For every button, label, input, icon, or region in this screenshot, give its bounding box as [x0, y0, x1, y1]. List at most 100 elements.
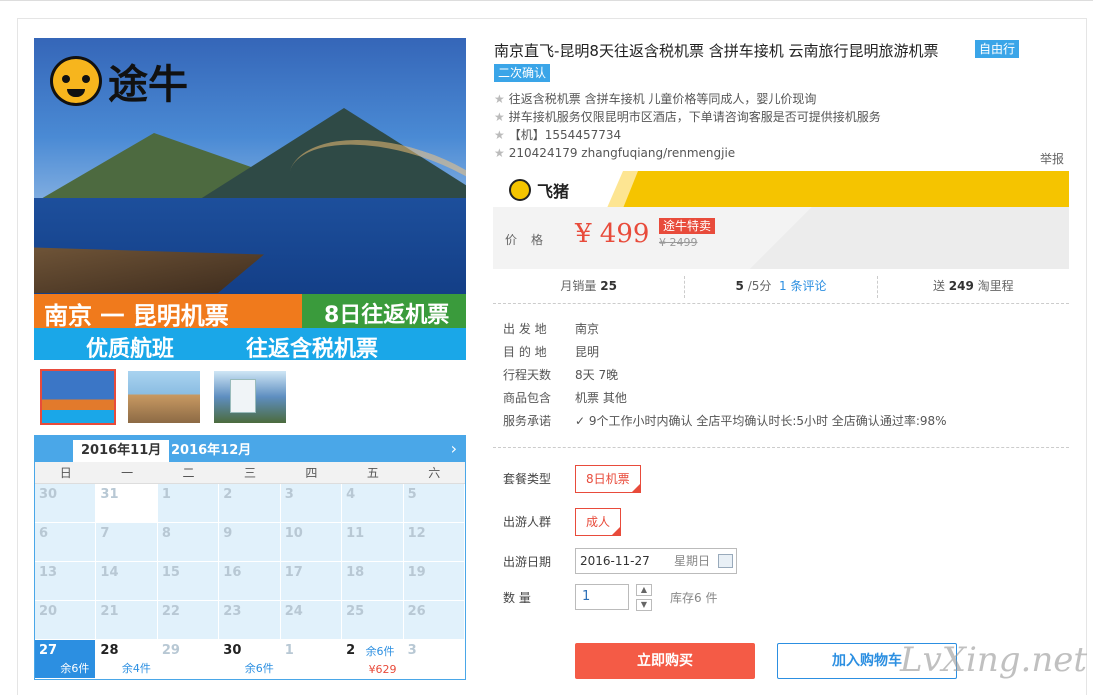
day-cell: 8 — [157, 523, 220, 562]
price-label: ¥629 — [368, 663, 397, 676]
thumbnail-1[interactable] — [40, 369, 116, 425]
info-key: 出 发 地 — [503, 322, 547, 336]
info-key: 服务承诺 — [503, 414, 552, 428]
day-cell-available[interactable]: 2 余6件 ¥629 — [342, 640, 404, 679]
stock-label: 余4件 — [121, 662, 151, 675]
next-month-icon[interactable]: › — [451, 439, 457, 458]
day-cell: 29 — [157, 640, 220, 679]
date-input[interactable]: 2016-11-27 星期日 — [575, 548, 737, 574]
thumbnail-3[interactable] — [212, 369, 288, 425]
day-cell: 23 — [219, 601, 281, 640]
product-title: 南京直飞-昆明8天往返含税机票 含拼车接机 云南旅行昆明旅游机票 — [494, 42, 939, 60]
day-cell: 26 — [403, 601, 465, 640]
info-key: 行程天数 — [503, 368, 552, 382]
date-label: 出游日期 — [503, 555, 552, 569]
info-value: 机票 其他 — [575, 391, 627, 405]
day-cell: 25 — [342, 601, 404, 640]
day-cell-selected[interactable]: 27 余6件 — [35, 640, 97, 679]
star-icon: ★ — [494, 110, 505, 124]
weekday: 四 — [305, 466, 318, 480]
day-cell: 1 — [280, 640, 343, 679]
info-value: 南京 — [575, 322, 600, 336]
points-prefix: 送 — [932, 279, 945, 293]
info-key: 商品包含 — [503, 391, 552, 405]
stock-label: 余6件 — [365, 645, 395, 658]
cow-logo-icon — [50, 56, 102, 106]
day-cell-available[interactable]: 28 余4件 — [96, 640, 158, 679]
fliggy-icon — [509, 179, 531, 201]
day-cell-available[interactable]: 30 余6件 — [219, 640, 281, 679]
day-cell: 15 — [157, 562, 220, 601]
day-cell: 13 — [35, 562, 97, 601]
day-cell: 21 — [96, 601, 158, 640]
banner-route: 南京 一 昆明机票 8日往返机票 — [34, 294, 466, 330]
monthly-sales-label: 月销量 — [560, 279, 597, 293]
day-number: 28 — [100, 643, 119, 658]
divider — [493, 447, 1069, 448]
day-cell: 24 — [280, 601, 343, 640]
decrement-icon[interactable]: ▼ — [636, 599, 652, 611]
price-label: 价格 — [505, 233, 558, 247]
stock-text: 库存6 件 — [670, 591, 718, 605]
day-cell: 2 — [219, 484, 281, 523]
fliggy-logo: 飞猪 — [509, 178, 569, 202]
banner-route-left: 南京 一 昆明机票 — [44, 302, 229, 330]
sales-stats: 月销量 25 5 /5分 1 条评论 送 249 淘里程 — [493, 276, 1069, 298]
calendar-icon[interactable] — [718, 554, 733, 568]
tab-nov[interactable]: 2016年11月 — [73, 440, 170, 462]
crowd-label: 出游人群 — [503, 515, 552, 529]
day-cell: 30 — [35, 484, 97, 523]
day-cell: 3 — [280, 484, 343, 523]
star-icon: ★ — [494, 128, 505, 142]
info-key: 目 的 地 — [503, 345, 547, 359]
day-number: 2 — [346, 643, 356, 658]
date-weekday: 星期日 — [674, 554, 711, 568]
day-cell: 5 — [403, 484, 465, 523]
fliggy-banner: 飞猪 — [493, 171, 1069, 207]
day-cell: 14 — [96, 562, 158, 601]
day-cell: 31 — [96, 484, 158, 523]
banner-route-right: 8日往返机票 — [324, 303, 450, 328]
logo-text: 途牛 — [108, 62, 188, 108]
quantity-label: 数 量 — [503, 591, 531, 605]
fliggy-logo-text: 飞猪 — [537, 182, 570, 201]
quantity-input[interactable]: 1 — [575, 584, 629, 610]
reviews-link[interactable]: 1 条评论 — [779, 279, 826, 293]
info-row: 出 发 地 南京 — [503, 318, 947, 341]
info-row: 行程天数 8天 7晚 — [503, 364, 947, 387]
crowd-option-adult[interactable]: 成人 — [575, 508, 622, 536]
tab-dec[interactable]: 2016年12月 — [163, 440, 259, 462]
feature-item: ★ 【机】1554457734 — [494, 126, 1054, 144]
star-icon: ★ — [494, 92, 505, 106]
weekday: 六 — [428, 466, 441, 480]
points-suffix: 淘里程 — [977, 279, 1014, 293]
day-cell: 7 — [96, 523, 158, 562]
weekday: 一 — [121, 466, 134, 480]
weekday: 五 — [366, 466, 379, 480]
day-cell: 20 — [35, 601, 97, 640]
calendar-grid: 30 31 1 2 3 4 5 6 7 8 9 10 11 12 13 14 1… — [35, 484, 465, 679]
thumbnail-2[interactable] — [126, 369, 202, 425]
product-info: 出 发 地 南京 目 的 地 昆明 行程天数 8天 7晚 商品包含 机票 其他 服务承诺… — [503, 318, 947, 433]
feature-item: ★ 拼车接机服务仅限昆明市区酒店，下单请咨询客服是否可提供接机服务 — [494, 108, 1054, 126]
package-option-8day[interactable]: 8日机票 — [575, 465, 641, 493]
day-cell: 9 — [219, 523, 281, 562]
day-cell: 17 — [280, 562, 343, 601]
day-cell: 3 — [403, 640, 465, 679]
report-link[interactable]: 举报 — [1040, 150, 1064, 167]
day-cell: 6 — [35, 523, 97, 562]
weekday: 三 — [243, 466, 256, 480]
day-number: 30 — [223, 643, 242, 658]
feature-text: 往返含税机票 含拼车接机 儿童价格等同成人，婴儿价现询 — [508, 92, 817, 106]
weekday: 日 — [59, 466, 72, 480]
weekday: 二 — [182, 466, 195, 480]
info-row: 服务承诺 ✓ 9个工作小时内确认 全店平均确认时长:5小时 全店确认通过率:98% — [503, 410, 947, 433]
buy-now-button[interactable]: 立即购买 — [575, 643, 755, 679]
increment-icon[interactable]: ▲ — [636, 584, 652, 596]
feature-text: 【机】1554457734 — [508, 128, 622, 142]
tuniu-logo: 途牛 — [50, 52, 188, 110]
rating: 5 /5分 1 条评论 — [685, 276, 878, 298]
day-number: 27 — [39, 643, 58, 658]
package-label: 套餐类型 — [503, 472, 552, 486]
special-sale-badge: 途牛特卖 — [659, 218, 716, 234]
